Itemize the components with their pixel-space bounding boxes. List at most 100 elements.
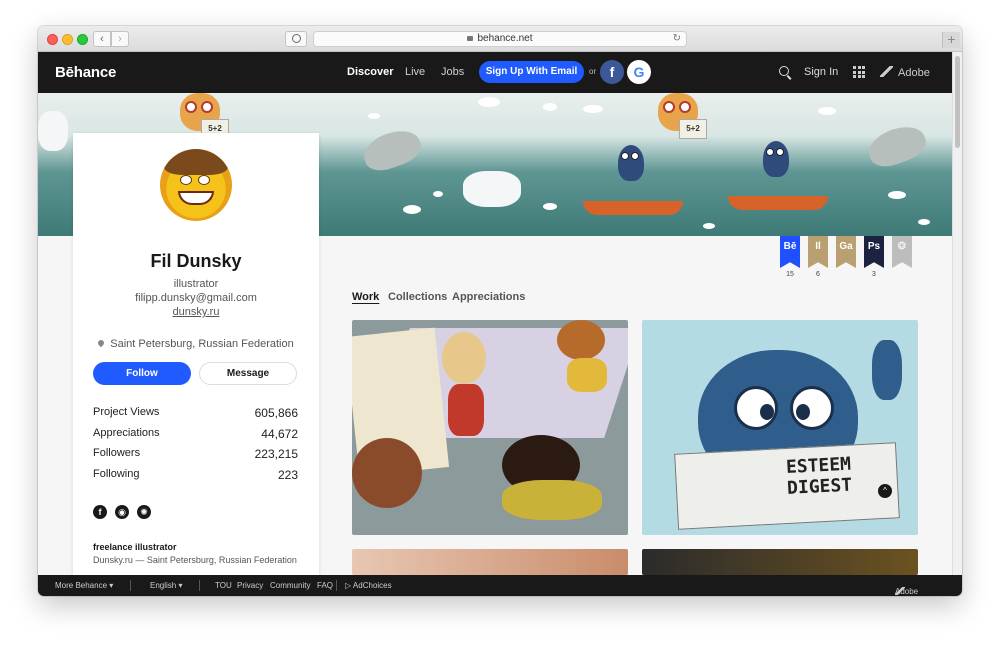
- location-text: Saint Petersburg, Russian Federation: [110, 338, 294, 350]
- badge-gallery[interactable]: Ga: [836, 236, 856, 268]
- profile-card: Fil Dunsky illustrator filipp.dunsky@gma…: [73, 133, 319, 575]
- adchoices-link[interactable]: ▷ AdChoices: [345, 581, 392, 590]
- stat-label: Appreciations: [93, 427, 160, 439]
- badge-more[interactable]: ❂: [892, 236, 912, 268]
- privacy-report-button[interactable]: [285, 31, 307, 47]
- facebook-icon[interactable]: f: [93, 505, 107, 519]
- child-head: [352, 438, 422, 508]
- shield-icon: [292, 34, 301, 43]
- child-head: [442, 332, 486, 384]
- profile-name: Fil Dunsky: [150, 251, 242, 271]
- newspaper-headline: ESTEEM DIGEST: [674, 442, 900, 530]
- forward-button[interactable]: ›: [111, 31, 129, 47]
- bird-illustration: [618, 145, 644, 181]
- footer-link-privacy[interactable]: Privacy: [237, 581, 263, 590]
- badge-label: Bē: [783, 241, 797, 252]
- facebook-signup-button[interactable]: f: [600, 60, 624, 84]
- stat-following[interactable]: Following 223: [93, 468, 298, 482]
- footer-link-tou[interactable]: TOU: [215, 581, 232, 590]
- project-thumbnail[interactable]: [352, 549, 628, 575]
- ice-block: [38, 111, 68, 151]
- snow-patch: [918, 219, 930, 225]
- footer-divider: [336, 580, 337, 591]
- adobe-link[interactable]: Adobe: [880, 65, 930, 79]
- follow-button[interactable]: Follow: [93, 362, 191, 385]
- bird-illustration: [763, 141, 789, 177]
- back-button[interactable]: ‹: [93, 31, 111, 47]
- badge-behance[interactable]: Bē: [780, 236, 800, 268]
- zoom-window-button[interactable]: [77, 34, 88, 45]
- footer-divider: [130, 580, 131, 591]
- ice-block: [463, 171, 521, 207]
- snow-patch: [368, 113, 380, 119]
- or-separator: or: [589, 67, 597, 76]
- about-text: Dunsky.ru — Saint Petersburg, Russian Fe…: [93, 555, 297, 565]
- snow-patch: [583, 105, 603, 113]
- browser-window: ‹ › behance.net ↻ + Bēhance Discover Liv…: [38, 26, 962, 596]
- stat-value: 605,866: [254, 406, 298, 420]
- stat-appreciations[interactable]: Appreciations 44,672: [93, 427, 298, 441]
- project-thumbnail[interactable]: [642, 549, 918, 575]
- adobe-logo-icon: [880, 66, 893, 77]
- signup-email-button[interactable]: Sign Up With Email: [479, 61, 584, 83]
- more-behance-menu[interactable]: More Behance ▾: [55, 581, 113, 590]
- badge-label: ❂: [897, 241, 907, 252]
- stat-label: Following: [93, 468, 140, 480]
- language-selector[interactable]: English ▾: [150, 581, 182, 590]
- badge-count: 15: [786, 271, 794, 278]
- google-signup-button[interactable]: G: [627, 60, 651, 84]
- search-icon[interactable]: [779, 66, 789, 76]
- behance-logo[interactable]: Bēhance: [55, 64, 116, 81]
- whale-pupil: [760, 404, 774, 420]
- avatar: [160, 149, 232, 221]
- project-thumbnail[interactable]: ESTEEM DIGEST ^: [642, 320, 918, 535]
- lock-icon: [467, 36, 474, 41]
- badge-count: 6: [816, 271, 820, 278]
- seal-illustration: [358, 124, 426, 176]
- badge-count: 3: [872, 271, 876, 278]
- page-scrollbar[interactable]: [952, 52, 962, 575]
- adobe-label: Adobe: [898, 67, 930, 79]
- footer-link-community[interactable]: Community: [270, 581, 310, 590]
- footer-link-faq[interactable]: FAQ: [317, 581, 333, 590]
- message-button[interactable]: Message: [199, 362, 297, 385]
- instagram-icon[interactable]: ◉: [115, 505, 129, 519]
- address-bar[interactable]: behance.net ↻: [313, 31, 687, 47]
- badge-photoshop[interactable]: Ps: [864, 236, 884, 268]
- stat-label: Followers: [93, 447, 141, 459]
- stat-value: 223: [277, 468, 298, 482]
- nav-jobs[interactable]: Jobs: [441, 66, 464, 78]
- snow-patch: [543, 103, 557, 111]
- stat-followers[interactable]: Followers 223,215: [93, 447, 298, 461]
- minimize-window-button[interactable]: [62, 34, 73, 45]
- badge-label: Ga: [839, 241, 853, 252]
- site-header: Bēhance Discover Live Jobs Sign Up With …: [38, 52, 952, 93]
- dribbble-icon[interactable]: ✺: [137, 505, 151, 519]
- profile-website-link[interactable]: dunsky.ru: [73, 306, 319, 318]
- boat-illustration: [583, 201, 683, 215]
- snow-patch: [403, 205, 421, 214]
- profile-location: Saint Petersburg, Russian Federation: [73, 338, 319, 350]
- project-thumbnail[interactable]: [352, 320, 628, 535]
- tab-work[interactable]: Work: [352, 291, 379, 303]
- child-body: [567, 358, 607, 392]
- reload-icon[interactable]: ↻: [673, 32, 681, 46]
- nav-live[interactable]: Live: [405, 66, 425, 78]
- nav-discover[interactable]: Discover: [347, 66, 393, 78]
- tab-collections[interactable]: Collections: [388, 291, 447, 303]
- location-pin-icon: [97, 338, 106, 348]
- scrollbar-thumb[interactable]: [955, 56, 960, 148]
- close-window-button[interactable]: [47, 34, 58, 45]
- footer-divider: [199, 580, 200, 591]
- new-tab-button[interactable]: +: [942, 32, 960, 48]
- seal-illustration: [863, 120, 931, 172]
- snow-patch: [433, 191, 443, 197]
- site-footer: More Behance ▾ English ▾ TOU Privacy Com…: [38, 575, 962, 596]
- scroll-top-button[interactable]: ^: [878, 484, 892, 498]
- apps-grid-icon[interactable]: [853, 66, 865, 78]
- snow-patch: [703, 223, 715, 229]
- signin-link[interactable]: Sign In: [804, 66, 838, 78]
- badge-illustrator[interactable]: Il: [808, 236, 828, 268]
- tab-appreciations[interactable]: Appreciations: [452, 291, 525, 303]
- url-text: behance.net: [477, 33, 533, 44]
